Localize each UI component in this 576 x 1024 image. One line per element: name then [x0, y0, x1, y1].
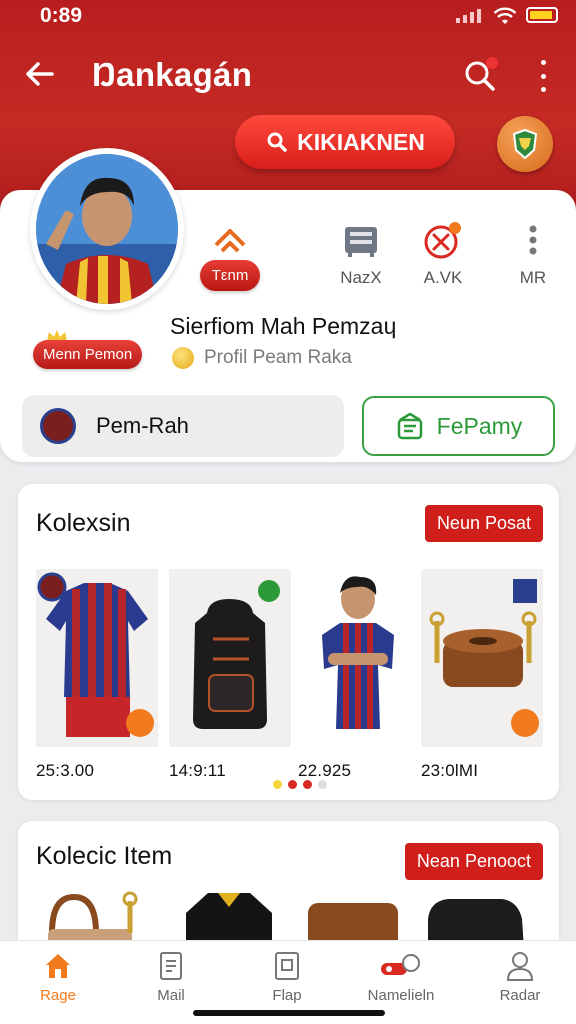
- jersey-image: [37, 572, 154, 737]
- product-price: 25:3.00: [36, 761, 95, 780]
- home-icon: [214, 229, 246, 253]
- coin-icon: [172, 347, 194, 369]
- tab-mail[interactable]: Mail: [121, 949, 221, 1004]
- inbox-icon: [345, 227, 377, 257]
- stat-nazx-label: NazX: [340, 268, 382, 287]
- tab-flap[interactable]: Flap: [237, 949, 337, 1004]
- collection-title: Kolexsin: [36, 509, 131, 537]
- team-selector[interactable]: Pem-Rah: [22, 395, 344, 457]
- product-item[interactable]: 22.925: [298, 569, 420, 781]
- carousel-indicator: [273, 780, 327, 789]
- backpack-image: [193, 580, 280, 729]
- collection2-tag-button[interactable]: Nean Penooct: [404, 843, 543, 880]
- user-icon: [506, 952, 534, 981]
- collection2-title: Kolecic Item: [36, 842, 173, 870]
- tab-home-label: Rage: [40, 987, 76, 1004]
- search-icon: [267, 132, 287, 152]
- stat-nazx[interactable]: NazX: [321, 220, 401, 288]
- back-button[interactable]: [20, 56, 60, 96]
- home-indicator: [193, 1010, 385, 1016]
- tab-notifications-label: Namelieln: [367, 987, 435, 1004]
- stat-mr[interactable]: MR: [493, 220, 573, 288]
- notification-dot: [486, 57, 498, 69]
- team-label: Pem-Rah: [96, 413, 189, 438]
- product-price: 22.925: [298, 761, 352, 780]
- stat-avk-label: A.VK: [423, 268, 463, 287]
- profile-subtitle: Profil Peam Raka: [204, 347, 352, 368]
- stat-avk[interactable]: A.VK: [403, 220, 483, 288]
- club-badge-button[interactable]: [497, 116, 553, 172]
- arrow-left-icon: [26, 62, 54, 86]
- wallet-icon: [397, 412, 422, 440]
- target-icon: [424, 222, 461, 259]
- more-vertical-icon: [529, 225, 537, 255]
- product-item[interactable]: 25:3.00: [36, 569, 158, 781]
- battery-icon: [526, 7, 558, 23]
- stat-team-label: Tεnm: [199, 260, 261, 291]
- toggle-icon: [381, 954, 420, 975]
- tab-mail-label: Mail: [157, 987, 185, 1004]
- signal-icon: [456, 9, 481, 23]
- kid-player-image: [322, 576, 394, 729]
- status-bar: 0:89: [0, 0, 576, 34]
- tab-radar[interactable]: Radar: [470, 949, 570, 1004]
- product-price: 23:0lMI: [421, 761, 479, 780]
- search-cta-button[interactable]: KIKIAKNEN: [235, 115, 455, 169]
- team-crest-icon: [40, 408, 76, 444]
- tab-home[interactable]: Rage: [8, 949, 108, 1004]
- club-crest-icon: [512, 128, 538, 160]
- product-price: 14:9:11: [169, 761, 226, 780]
- stat-mr-label: MR: [519, 268, 547, 287]
- collection-card: Kolexsin Neun Posat 25:3.00 14:9:11 22.9…: [18, 484, 559, 800]
- document-icon: [160, 952, 182, 980]
- wifi-icon: [493, 7, 517, 24]
- collection-tag-button[interactable]: Neun Posat: [424, 505, 543, 542]
- leather-case-image: [429, 579, 539, 737]
- rank-badge: Menn Pemon: [33, 340, 143, 369]
- page-icon: [275, 952, 299, 980]
- profile-name: Sierfiom Mah Pemzaɥ: [170, 313, 397, 339]
- product-item[interactable]: 14:9:11: [169, 569, 291, 781]
- player-photo: [36, 154, 178, 304]
- avatar[interactable]: [30, 148, 184, 310]
- payment-button-label: FePamy: [436, 412, 523, 439]
- home-icon: [46, 954, 70, 978]
- tab-notifications[interactable]: Namelieln: [351, 949, 451, 1004]
- status-time: 0:89: [40, 4, 83, 27]
- tab-flap-label: Flap: [272, 987, 302, 1004]
- product-item[interactable]: 23:0lMI: [421, 569, 543, 781]
- more-options-button[interactable]: [530, 58, 556, 94]
- page-title: Ŋankagán: [92, 56, 253, 93]
- search-cta-label: KIKIAKNEN: [297, 128, 425, 155]
- payment-button[interactable]: FePamy: [362, 396, 555, 456]
- stat-team[interactable]: Tεnm: [190, 220, 270, 291]
- tab-radar-label: Radar: [499, 987, 541, 1004]
- search-button[interactable]: [460, 56, 500, 96]
